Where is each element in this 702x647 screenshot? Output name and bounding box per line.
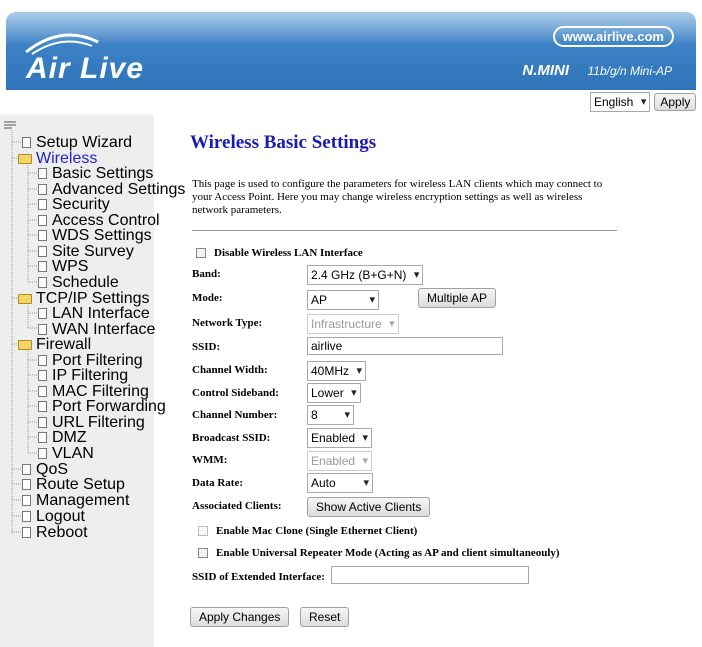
apply-changes-button[interactable]: Apply Changes: [190, 607, 290, 627]
broadcast-ssid-select[interactable]: Enabled: [307, 428, 373, 448]
page-icon: [38, 215, 47, 226]
sidebar-item-logout[interactable]: Logout: [22, 508, 85, 525]
sidebar-item-route-setup[interactable]: Route Setup: [22, 476, 125, 493]
sidebar-item-basic-settings[interactable]: Basic Settings: [38, 165, 153, 182]
page-description: This page is used to configure the param…: [192, 178, 603, 216]
page-icon: [38, 355, 47, 366]
page-icon: [38, 370, 47, 381]
sidebar-item-wps[interactable]: WPS: [38, 258, 88, 275]
sidebar-item-lan-interface[interactable]: LAN Interface: [38, 305, 150, 322]
associated-clients-label: Associated Clients:: [192, 500, 282, 512]
page-icon: [22, 464, 31, 475]
page-icon: [38, 386, 47, 397]
mode-label: Mode:: [192, 292, 223, 304]
mode-select[interactable]: AP: [307, 290, 379, 310]
channel-width-select[interactable]: 40MHz: [307, 361, 367, 381]
channel-number-label: Channel Number:: [192, 409, 278, 421]
language-select[interactable]: English: [590, 92, 651, 112]
sidebar-item-port-forwarding[interactable]: Port Forwarding: [38, 398, 166, 415]
multiple-ap-button[interactable]: Multiple AP: [418, 288, 497, 308]
data-rate-label: Data Rate:: [192, 477, 244, 489]
page-icon: [38, 401, 47, 412]
language-bar: English Apply: [590, 92, 697, 112]
header-banner: Air Live www.airlive.com N.MINI 11b/g/n …: [6, 12, 696, 90]
page-icon: [38, 448, 47, 459]
mac-clone-checkbox[interactable]: [198, 526, 208, 537]
repeater-label: Enable Universal Repeater Mode (Acting a…: [216, 547, 560, 559]
page-icon: [22, 527, 31, 538]
network-type-label: Network Type:: [192, 317, 263, 329]
wmm-select[interactable]: Enabled: [307, 451, 373, 471]
website-link[interactable]: www.airlive.com: [552, 26, 674, 47]
airlive-logo: Air Live: [26, 52, 145, 85]
language-apply-button[interactable]: Apply: [654, 93, 697, 111]
show-active-clients-button[interactable]: Show Active Clients: [307, 497, 431, 517]
folder-icon: [18, 293, 32, 304]
page-icon: [38, 417, 47, 428]
ssid-extended-label: SSID of Extended Interface:: [192, 571, 325, 583]
mac-clone-row: Enable Mac Clone (Single Ethernet Client…: [198, 525, 417, 537]
wmm-label: WMM:: [192, 454, 228, 466]
reset-button[interactable]: Reset: [300, 607, 350, 627]
network-type-select[interactable]: Infrastructure: [307, 314, 399, 334]
control-sideband-select[interactable]: Lower: [307, 383, 361, 403]
page-icon: [22, 495, 31, 506]
sidebar-item-wds-settings[interactable]: WDS Settings: [38, 227, 152, 244]
repeater-checkbox[interactable]: [198, 548, 208, 559]
page-icon: [22, 137, 31, 148]
sidebar-item-firewall[interactable]: Firewall: [18, 336, 91, 353]
disable-wlan-row: Disable Wireless LAN Interface: [196, 247, 363, 259]
page-icon: [22, 479, 31, 490]
broadcast-ssid-label: Broadcast SSID:: [192, 432, 271, 444]
data-rate-select[interactable]: Auto: [307, 473, 373, 493]
disable-wlan-checkbox[interactable]: [196, 248, 206, 259]
page-icon: [38, 261, 47, 272]
folder-icon: [18, 339, 32, 350]
page-icon: [38, 184, 47, 195]
sidebar-item-schedule[interactable]: Schedule: [38, 274, 119, 291]
control-sideband-label: Control Sideband:: [192, 387, 279, 399]
band-select[interactable]: 2.4 GHz (B+G+N): [307, 265, 424, 285]
channel-width-label: Channel Width:: [192, 364, 268, 376]
sidebar-item-ip-filtering[interactable]: IP Filtering: [38, 367, 128, 384]
mac-clone-label: Enable Mac Clone (Single Ethernet Client…: [216, 525, 418, 537]
page-icon: [38, 308, 47, 319]
ssid-label: SSID:: [192, 341, 221, 353]
page-title: Wireless Basic Settings: [190, 132, 377, 153]
ssid-input[interactable]: airlive: [307, 337, 503, 355]
model-label: N.MINI 11b/g/n Mini-AP: [522, 62, 672, 80]
page-icon: [38, 230, 47, 241]
sidebar-item-setup-wizard[interactable]: Setup Wizard: [22, 134, 132, 151]
page-icon: [38, 277, 47, 288]
page-icon: [38, 199, 47, 210]
page-icon: [38, 168, 47, 179]
sidebar-item-reboot[interactable]: Reboot: [22, 524, 88, 541]
sidebar-item-management[interactable]: Management: [22, 492, 129, 509]
sidebar-item-vlan[interactable]: VLAN: [38, 445, 94, 462]
model-name: N.MINI: [522, 62, 570, 79]
repeater-row: Enable Universal Repeater Mode (Acting a…: [198, 547, 560, 559]
channel-number-select[interactable]: 8: [307, 405, 354, 425]
disable-wlan-label: Disable Wireless LAN Interface: [214, 247, 363, 259]
band-label: Band:: [192, 268, 221, 280]
folder-icon: [18, 153, 32, 164]
sidebar-item-dmz[interactable]: DMZ: [38, 429, 87, 446]
page-icon: [22, 511, 31, 522]
divider: [192, 230, 617, 231]
ssid-extended-input[interactable]: [331, 566, 529, 584]
model-desc: 11b/g/n Mini-AP: [587, 64, 673, 78]
page-icon: [38, 246, 47, 257]
page-icon: [38, 324, 47, 335]
sidebar-item-security[interactable]: Security: [38, 196, 110, 213]
page-icon: [38, 432, 47, 443]
